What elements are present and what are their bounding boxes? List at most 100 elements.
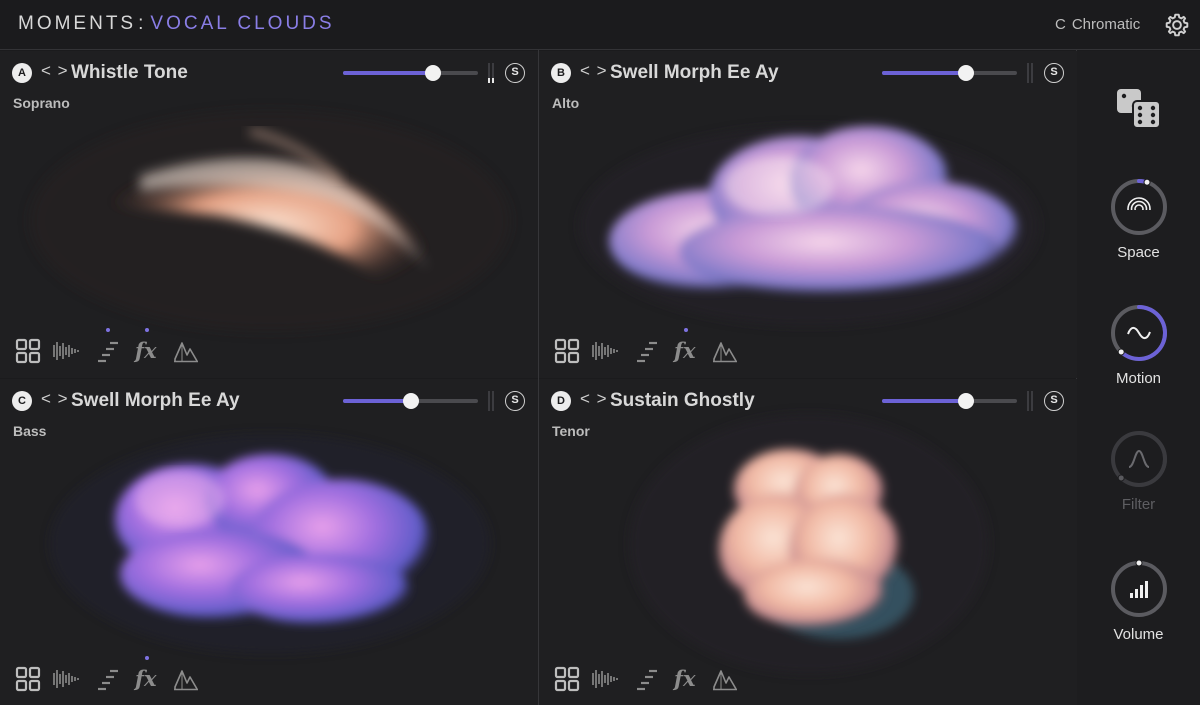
solo-button[interactable]: S [1044, 391, 1064, 411]
fx-tool-button[interactable]: fx [133, 328, 161, 365]
active-indicator-dot [145, 656, 149, 660]
preset-title[interactable]: Swell Morph Ee Ay [610, 62, 779, 84]
key-scale-selector[interactable]: C Chromatic [1055, 16, 1140, 33]
waveform-icon [592, 670, 618, 688]
fx-icon: fx [674, 338, 696, 363]
layer-letter-badge: A [12, 63, 32, 83]
gear-icon[interactable] [1164, 12, 1190, 38]
envelope-tool-button[interactable] [711, 337, 739, 365]
cloud-visual[interactable] [0, 51, 538, 378]
preset-nav-arrows[interactable]: < > [580, 61, 608, 81]
preset-title[interactable]: Sustain Ghostly [610, 390, 755, 412]
layer-letter-badge: D [551, 391, 571, 411]
sequencer-tool-button[interactable] [94, 665, 122, 693]
fx-icon: fx [674, 666, 696, 691]
slider-thumb[interactable] [957, 393, 974, 409]
level-slider[interactable] [882, 393, 1017, 409]
filter-knob-label: Filter [1121, 496, 1156, 513]
slider-fill [882, 71, 966, 75]
grid-icon [15, 338, 41, 364]
key-scale: Chromatic [1071, 16, 1141, 33]
waveform-tool-button[interactable] [591, 665, 619, 693]
envelope-icon [713, 342, 737, 363]
slider-fill [882, 399, 966, 403]
grid-icon [554, 338, 580, 364]
level-slider[interactable] [343, 65, 478, 81]
waveform-tool-button[interactable] [591, 337, 619, 365]
space-knob[interactable] [1109, 177, 1169, 237]
envelope-tool-button[interactable] [172, 665, 200, 693]
slider-thumb[interactable] [957, 65, 974, 81]
dice-icon[interactable] [1115, 85, 1163, 133]
envelope-tool-button[interactable] [711, 665, 739, 693]
grid-icon [554, 666, 580, 692]
sequencer-icon [98, 669, 118, 691]
motion-knob[interactable] [1109, 303, 1169, 363]
preset-nav-arrows[interactable]: < > [580, 389, 608, 409]
sequencer-tool-button[interactable] [94, 328, 122, 365]
layer-toolbar: fx [14, 328, 214, 365]
solo-button[interactable]: S [505, 63, 525, 83]
voice-label: Soprano [13, 95, 70, 111]
layer-letter-badge: B [551, 63, 571, 83]
waveform-tool-button[interactable] [52, 665, 80, 693]
layer-toolbar: fx [553, 665, 753, 693]
solo-button[interactable]: S [505, 391, 525, 411]
level-meter [487, 391, 495, 411]
active-indicator-dot [145, 328, 149, 332]
grid-tool-button[interactable] [553, 665, 581, 693]
sequencer-icon [637, 669, 657, 691]
brand-primary: MOMENTS [18, 13, 137, 34]
level-slider[interactable] [882, 65, 1017, 81]
fx-tool-button[interactable]: fx [672, 665, 700, 693]
fx-tool-button[interactable]: fx [133, 656, 161, 693]
sine-wave-icon [1127, 326, 1151, 340]
macro-sidebar: Space Motion Filter Volume [1077, 51, 1200, 705]
voice-label: Alto [552, 95, 580, 111]
fx-icon: fx [135, 338, 157, 363]
preset-nav-arrows[interactable]: < > [41, 389, 69, 409]
layer-letter-badge: C [12, 391, 32, 411]
layer-panel-a[interactable]: A < > Whistle Tone Soprano S fx [0, 51, 538, 378]
preset-title[interactable]: Swell Morph Ee Ay [71, 390, 240, 412]
cloud-visual[interactable] [0, 379, 538, 705]
level-slider[interactable] [343, 393, 478, 409]
grid-tool-button[interactable] [553, 337, 581, 365]
fx-tool-button[interactable]: fx [672, 328, 700, 365]
active-indicator-dot [106, 328, 110, 332]
grid-tool-button[interactable] [14, 665, 42, 693]
header-bar: MOMENTS: VOCAL CLOUDS C Chromatic [0, 0, 1200, 50]
cloud-visual[interactable] [539, 379, 1077, 705]
solo-button[interactable]: S [1044, 63, 1064, 83]
layer-panel-d[interactable]: D < > Sustain Ghostly Tenor S fx [539, 379, 1077, 705]
cloud-visual[interactable] [539, 51, 1077, 378]
layer-panel-c[interactable]: C < > Swell Morph Ee Ay Bass S fx [0, 379, 538, 705]
preset-nav-arrows[interactable]: < > [41, 61, 69, 81]
slider-thumb[interactable] [402, 393, 419, 409]
level-meter [487, 63, 495, 83]
rings-icon [1126, 197, 1152, 222]
brand-secondary: VOCAL CLOUDS [150, 13, 335, 34]
filter-knob [1111, 431, 1167, 487]
sequencer-tool-button[interactable] [633, 665, 661, 693]
sequencer-icon [637, 341, 657, 363]
level-meter [1026, 391, 1034, 411]
volume-knob-label: Volume [1113, 626, 1164, 643]
waveform-tool-button[interactable] [52, 337, 80, 365]
grid-tool-button[interactable] [14, 337, 42, 365]
fx-icon: fx [135, 666, 157, 691]
volume-knob[interactable] [1109, 559, 1169, 619]
space-knob-label: Space [1117, 244, 1160, 261]
level-bars-icon [1130, 581, 1148, 598]
sequencer-tool-button[interactable] [633, 337, 661, 365]
slider-fill [343, 71, 434, 75]
waveform-icon [53, 670, 79, 688]
envelope-tool-button[interactable] [172, 337, 200, 365]
layer-panel-b[interactable]: B < > Swell Morph Ee Ay Alto S fx [539, 51, 1077, 378]
voice-label: Tenor [552, 423, 590, 439]
waveform-icon [592, 342, 618, 360]
key-root: C [1055, 16, 1066, 33]
preset-title[interactable]: Whistle Tone [71, 62, 188, 84]
slider-fill [343, 399, 411, 403]
envelope-icon [174, 342, 198, 363]
